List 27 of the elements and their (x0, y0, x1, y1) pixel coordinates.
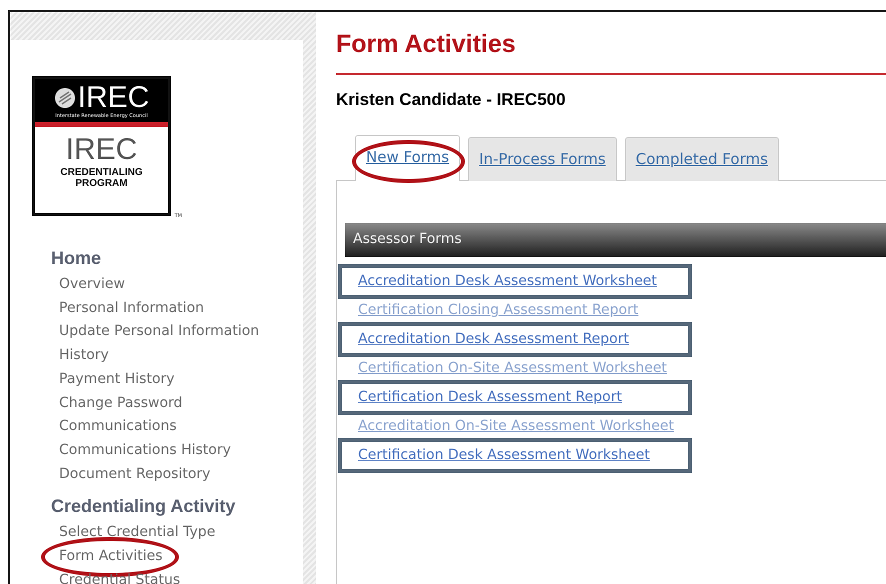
nav-link[interactable]: Communications History (59, 438, 231, 463)
page-title: Form Activities (336, 30, 516, 59)
nav-link[interactable]: Payment History (59, 368, 175, 392)
globe-icon (54, 87, 76, 109)
nav-link[interactable]: History (59, 344, 109, 368)
form-link[interactable]: Accreditation Desk Assessment Report (341, 325, 689, 354)
form-link[interactable]: Certification Desk Assessment Report (341, 383, 689, 412)
nav-link[interactable]: Form Activities (59, 545, 163, 569)
nav-heading: Home (51, 248, 102, 269)
logo-text: IREC (78, 83, 150, 113)
nav-link[interactable]: Update Personal Information (59, 320, 260, 344)
tab[interactable]: In-Process Forms (468, 137, 617, 181)
form-link[interactable]: Accreditation Desk Assessment Worksheet (341, 267, 689, 296)
section-header: Assessor Forms (345, 223, 886, 257)
logo-text: IREC (64, 135, 138, 165)
nav-link[interactable]: Select Credential Type (59, 521, 216, 546)
nav-link[interactable]: Document Repository (59, 462, 210, 486)
nav-link[interactable]: Overview (59, 273, 125, 297)
tab[interactable]: Completed Forms (624, 137, 779, 181)
nav-link[interactable]: Change Password (59, 392, 182, 416)
nav-link[interactable]: Personal Information (59, 296, 204, 320)
logo-subtitle: CREDENTIALING PROGRAM (59, 167, 144, 189)
form-link[interactable]: Certification Desk Assessment Worksheet (341, 441, 689, 470)
nav-link[interactable]: Credential Status (59, 568, 180, 584)
nav-heading: Credentialing Activity (51, 496, 236, 518)
candidate-name: Kristen Candidate - IREC500 (336, 90, 566, 110)
nav-link[interactable]: Communications (59, 415, 177, 439)
